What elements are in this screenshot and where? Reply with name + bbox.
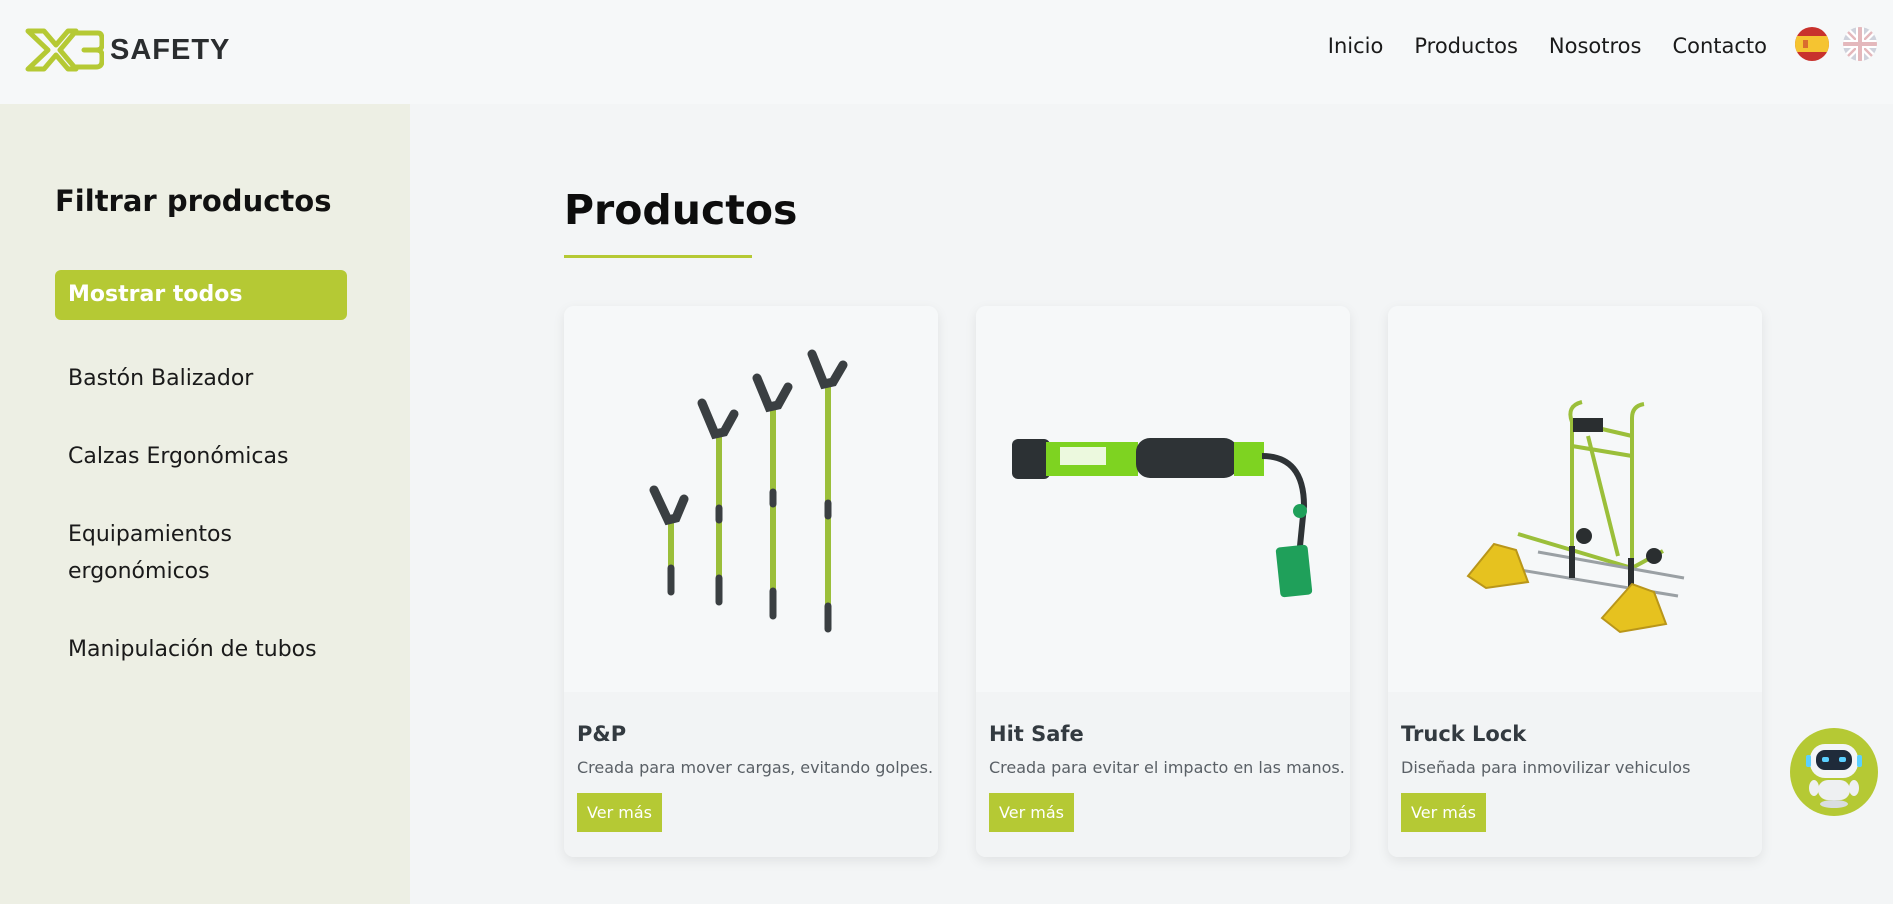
product-description: Creada para mover cargas, evitando golpe… xyxy=(577,758,934,777)
product-name: P&P xyxy=(577,722,627,746)
product-card[interactable]: P&P Creada para mover cargas, evitando g… xyxy=(564,306,938,857)
nav-contacto[interactable]: Contacto xyxy=(1672,34,1767,58)
filter-baston-balizador[interactable]: Bastón Balizador xyxy=(55,360,347,397)
nav-productos[interactable]: Productos xyxy=(1414,34,1518,58)
nav-inicio[interactable]: Inicio xyxy=(1328,34,1384,58)
filter-mostrar-todos[interactable]: Mostrar todos xyxy=(55,270,347,320)
site-header: SAFETY Inicio Productos Nosotros Contact… xyxy=(0,0,1893,104)
product-info: Hit Safe Creada para evitar el impacto e… xyxy=(976,692,1350,857)
uk-flag-icon[interactable] xyxy=(1843,27,1877,61)
title-underline xyxy=(564,255,752,258)
chatbot-button[interactable] xyxy=(1790,728,1878,816)
product-image[interactable] xyxy=(564,306,938,692)
product-card[interactable]: Hit Safe Creada para evitar el impacto e… xyxy=(976,306,1350,857)
ver-mas-button[interactable]: Ver más xyxy=(577,793,662,832)
pole-set-icon xyxy=(649,349,848,633)
ver-mas-button[interactable]: Ver más xyxy=(1401,793,1486,832)
x3-logo-icon xyxy=(25,28,104,72)
filter-equipamientos-ergonomicos[interactable]: Equipamientos ergonómicos xyxy=(55,516,285,590)
product-name: Hit Safe xyxy=(989,722,1084,746)
logo-text: SAFETY xyxy=(110,33,231,66)
product-image[interactable] xyxy=(1388,306,1762,692)
product-description: Diseñada para inmovilizar vehiculos xyxy=(1401,758,1691,777)
product-image[interactable] xyxy=(976,306,1350,692)
filter-title: Filtrar productos xyxy=(55,184,332,218)
main-nav: Inicio Productos Nosotros Contacto xyxy=(1328,34,1767,58)
product-card[interactable]: Truck Lock Diseñada para inmovilizar veh… xyxy=(1388,306,1762,857)
product-description: Creada para evitar el impacto en las man… xyxy=(989,758,1345,777)
product-info: P&P Creada para mover cargas, evitando g… xyxy=(564,692,938,857)
product-info: Truck Lock Diseñada para inmovilizar veh… xyxy=(1388,692,1762,857)
truck-lock-cart-icon xyxy=(1466,400,1685,634)
logo[interactable]: SAFETY xyxy=(24,26,230,74)
robot-icon xyxy=(1806,744,1862,808)
page-title: Productos xyxy=(564,186,798,234)
nav-nosotros[interactable]: Nosotros xyxy=(1549,34,1642,58)
es-flag-icon[interactable] xyxy=(1795,27,1829,61)
product-name: Truck Lock xyxy=(1401,722,1527,746)
filter-manipulacion-tubos[interactable]: Manipulación de tubos xyxy=(55,631,347,668)
filter-calzas-ergonomicas[interactable]: Calzas Ergonómicas xyxy=(55,438,347,475)
hit-safe-tool-icon xyxy=(1012,438,1313,598)
filter-list: Mostrar todos Bastón Balizador Calzas Er… xyxy=(55,270,347,709)
ver-mas-button[interactable]: Ver más xyxy=(989,793,1074,832)
filter-sidebar: Filtrar productos Mostrar todos Bastón B… xyxy=(0,104,410,904)
